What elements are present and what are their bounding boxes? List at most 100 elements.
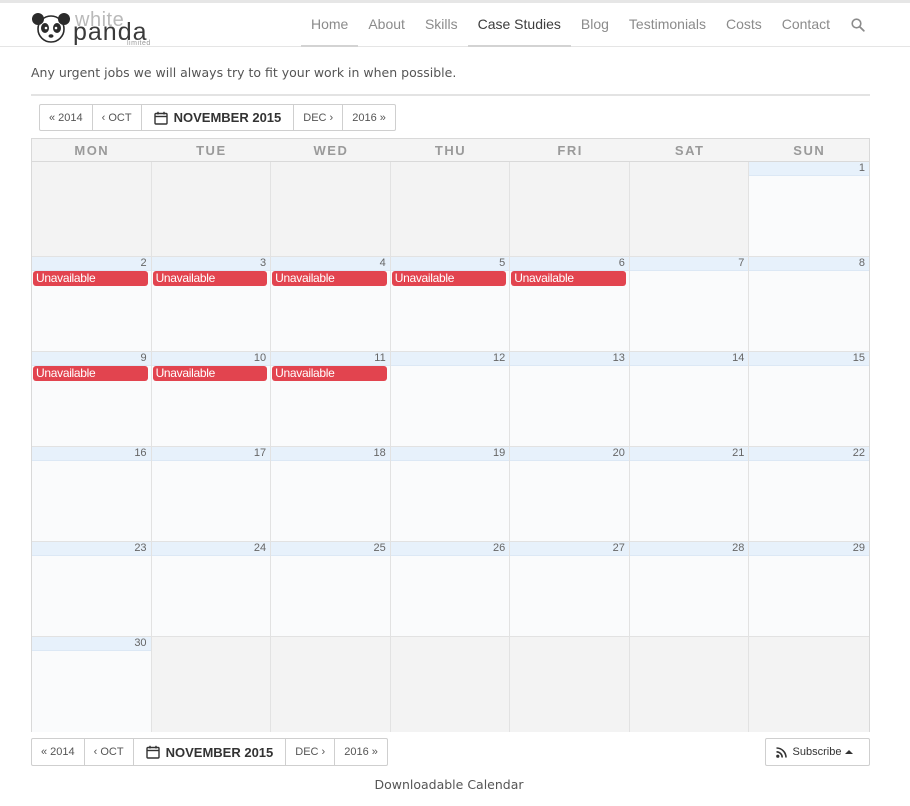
panda-logo-icon xyxy=(32,13,70,43)
unavailable-event[interactable]: Unavailable xyxy=(152,271,268,286)
rss-icon xyxy=(775,746,787,758)
empty-day-cell xyxy=(629,637,750,732)
day-number: 7 xyxy=(629,257,749,271)
day-cell[interactable]: 6 Unavailable xyxy=(510,257,630,352)
nav-skills[interactable]: Skills xyxy=(415,3,468,47)
nav-home[interactable]: Home xyxy=(300,3,359,47)
weekday-tue: TUE xyxy=(196,143,227,158)
day-cell[interactable]: 19 xyxy=(390,447,511,542)
day-number: 29 xyxy=(749,542,869,556)
day-cell[interactable]: 7 xyxy=(629,257,750,352)
day-cell[interactable]: 13 xyxy=(510,352,630,447)
current-month-button[interactable]: NOVEMBER 2015 xyxy=(134,739,287,765)
nav-blog[interactable]: Blog xyxy=(571,3,619,47)
day-number: 1 xyxy=(749,162,869,176)
empty-day-cell xyxy=(151,637,272,732)
calendar-nav-top: « 2014 ‹ OCT NOVEMBER 2015 DEC › 2016 » xyxy=(39,104,396,131)
day-number: 23 xyxy=(32,542,151,556)
day-number: 18 xyxy=(271,447,390,461)
weekday-fri: FRI xyxy=(557,143,583,158)
day-number: 6 xyxy=(510,257,629,271)
day-cell[interactable]: 27 xyxy=(510,542,630,637)
day-number: 4 xyxy=(271,257,390,271)
intro-text: Any urgent jobs we will always try to fi… xyxy=(31,65,457,80)
day-cell[interactable]: 25 xyxy=(271,542,391,637)
month-calendar: MON TUE WED THU FRI SAT SUN 1 2 Unavailabl… xyxy=(31,138,870,732)
unavailable-event[interactable]: Unavailable xyxy=(152,366,268,381)
day-cell[interactable]: 9 Unavailable xyxy=(32,352,152,447)
day-number: 15 xyxy=(749,352,869,366)
empty-day-cell xyxy=(390,162,511,257)
unavailable-event[interactable]: Unavailable xyxy=(33,366,148,381)
next-year-button[interactable]: 2016 » xyxy=(343,105,395,130)
unavailable-event[interactable]: Unavailable xyxy=(33,271,148,286)
day-cell[interactable]: 8 xyxy=(749,257,869,352)
day-cell[interactable]: 3 Unavailable xyxy=(151,257,272,352)
next-month-button[interactable]: DEC › xyxy=(286,739,336,765)
empty-day-cell xyxy=(629,162,750,257)
day-cell[interactable]: 17 xyxy=(151,447,272,542)
day-cell[interactable]: 12 xyxy=(390,352,511,447)
weekday-mon: MON xyxy=(74,143,110,158)
subscribe-button[interactable]: Subscribe xyxy=(765,738,870,766)
day-cell[interactable]: 10 Unavailable xyxy=(151,352,272,447)
main-navigation: Home About Skills Case Studies Blog Test… xyxy=(300,3,870,47)
empty-day-cell xyxy=(32,162,152,257)
nav-contact[interactable]: Contact xyxy=(772,3,840,47)
nav-about[interactable]: About xyxy=(358,3,415,47)
white-panda-logo[interactable]: white panda limited xyxy=(31,9,156,47)
day-number: 11 xyxy=(271,352,390,366)
weekday-sun: SUN xyxy=(793,143,826,158)
unavailable-event[interactable]: Unavailable xyxy=(391,271,507,286)
day-cell[interactable]: 15 xyxy=(749,352,869,447)
prev-year-button[interactable]: « 2014 xyxy=(40,105,93,130)
day-cell[interactable]: 4 Unavailable xyxy=(271,257,391,352)
day-cell[interactable]: 24 xyxy=(151,542,272,637)
day-number: 21 xyxy=(629,447,749,461)
weekday-wed: WED xyxy=(313,143,349,158)
day-number: 12 xyxy=(390,352,510,366)
search-button[interactable] xyxy=(840,3,870,47)
current-month-button[interactable]: NOVEMBER 2015 xyxy=(142,105,295,130)
day-cell[interactable]: 22 xyxy=(749,447,869,542)
unavailable-event[interactable]: Unavailable xyxy=(511,271,626,286)
day-number: 2 xyxy=(32,257,151,271)
day-cell[interactable]: 26 xyxy=(390,542,511,637)
next-month-button[interactable]: DEC › xyxy=(294,105,344,130)
nav-testimonials[interactable]: Testimonials xyxy=(619,3,716,47)
day-cell[interactable]: 28 xyxy=(629,542,750,637)
weekday-thu: THU xyxy=(434,143,467,158)
unavailable-event[interactable]: Unavailable xyxy=(272,366,387,381)
day-cell[interactable]: 23 xyxy=(32,542,152,637)
day-number: 27 xyxy=(510,542,629,556)
downloadable-calendar-link[interactable]: Downloadable Calendar xyxy=(0,777,898,792)
weekday-sat: SAT xyxy=(674,143,705,158)
prev-month-button[interactable]: ‹ OCT xyxy=(93,105,142,130)
day-cell[interactable]: 1 xyxy=(749,162,869,257)
day-cell[interactable]: 14 xyxy=(629,352,750,447)
search-icon xyxy=(851,18,865,32)
empty-day-cell xyxy=(271,637,391,732)
day-number: 8 xyxy=(749,257,869,271)
divider xyxy=(31,94,870,96)
day-cell[interactable]: 20 xyxy=(510,447,630,542)
day-cell[interactable]: 11 Unavailable xyxy=(271,352,391,447)
day-number: 17 xyxy=(151,447,271,461)
day-number: 25 xyxy=(271,542,390,556)
nav-case-studies[interactable]: Case Studies xyxy=(467,3,571,47)
day-cell[interactable]: 21 xyxy=(629,447,750,542)
day-cell[interactable]: 18 xyxy=(271,447,391,542)
day-cell[interactable]: 2 Unavailable xyxy=(32,257,152,352)
calendar-icon xyxy=(145,745,160,759)
unavailable-event[interactable]: Unavailable xyxy=(272,271,387,286)
day-cell[interactable]: 16 xyxy=(32,447,152,542)
next-year-button[interactable]: 2016 » xyxy=(335,739,387,765)
prev-month-button[interactable]: ‹ OCT xyxy=(85,739,134,765)
empty-day-cell xyxy=(510,162,630,257)
day-cell[interactable]: 30 xyxy=(32,637,152,732)
day-cell[interactable]: 29 xyxy=(749,542,869,637)
nav-costs[interactable]: Costs xyxy=(716,3,772,47)
day-cell[interactable]: 5 Unavailable xyxy=(390,257,511,352)
prev-year-button[interactable]: « 2014 xyxy=(32,739,85,765)
calendar-nav-bottom: « 2014 ‹ OCT NOVEMBER 2015 DEC › 2016 » xyxy=(31,738,388,766)
